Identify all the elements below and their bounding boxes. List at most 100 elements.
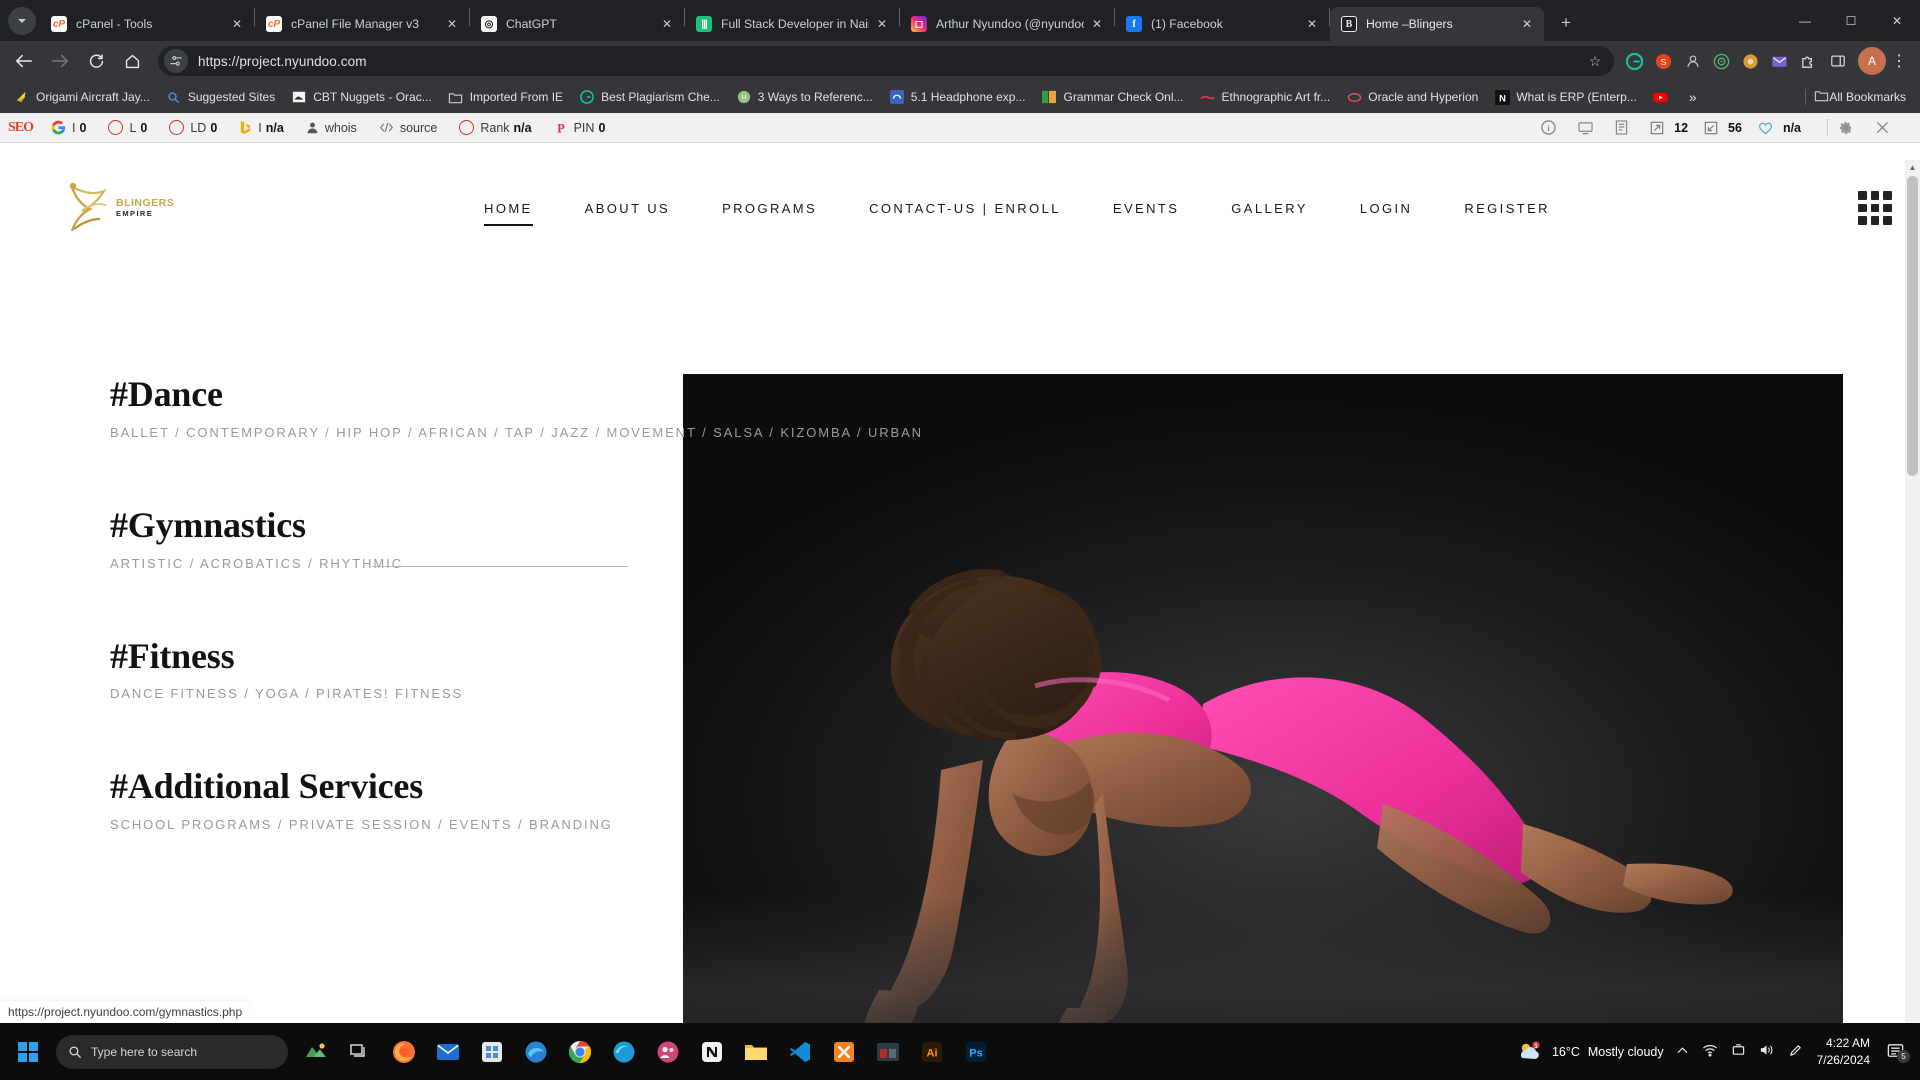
bookmark-origami[interactable]: Origami Aircraft Jay... [6, 85, 158, 109]
bookmarks-overflow-button[interactable]: » [1689, 89, 1697, 105]
bookmark-imported-from-ie[interactable]: Imported From IE [440, 85, 571, 109]
target-extension-icon[interactable] [1708, 48, 1735, 75]
seo-monitor[interactable] [1578, 121, 1599, 135]
edge-alt-icon[interactable] [514, 1030, 558, 1074]
service-additional[interactable]: #Additional Services SCHOOL PROGRAMS / P… [110, 768, 750, 833]
tab-facebook[interactable]: f (1) Facebook ✕ [1115, 7, 1329, 41]
maximize-button[interactable]: ☐ [1828, 0, 1874, 41]
notion-icon[interactable] [690, 1030, 734, 1074]
nav-item-about-us[interactable]: ABOUT US [559, 191, 696, 226]
home-button[interactable] [116, 45, 148, 77]
seo-internal-links[interactable]: 56 [1704, 121, 1742, 135]
tab-home-blingers[interactable]: B Home –Blingers ✕ [1330, 7, 1544, 41]
tab-full-stack-developer[interactable]: ||| Full Stack Developer in Nairobi ✕ [685, 7, 899, 41]
bookmark-what-is-erp[interactable]: N What is ERP (Enterp... [1486, 85, 1645, 109]
seo-external-links[interactable]: 12 [1650, 121, 1688, 135]
task-view-icon[interactable] [338, 1030, 382, 1074]
taskbar-clock[interactable]: 4:22 AM 7/26/2024 [1817, 1035, 1870, 1067]
illustrator-icon[interactable]: Ai [910, 1030, 954, 1074]
vscode-icon[interactable] [778, 1030, 822, 1074]
bookmark-grammar-check[interactable]: Grammar Check Onl... [1033, 85, 1191, 109]
seo-source[interactable]: source [379, 121, 437, 135]
forward-button[interactable] [44, 45, 76, 77]
store-icon[interactable] [470, 1030, 514, 1074]
seo-page-report[interactable] [1615, 120, 1634, 135]
tab-instagram-arthur[interactable]: ◻ Arthur Nyundoo (@nyundoo_a ✕ [900, 7, 1114, 41]
nav-item-login[interactable]: LOGIN [1334, 191, 1438, 226]
seo-links[interactable]: L 0 [108, 120, 147, 135]
chevron-up-icon[interactable] [1676, 1044, 1689, 1060]
tab-chatgpt[interactable]: ◎ ChatGPT ✕ [470, 7, 684, 41]
bookmark-3-ways-reference[interactable]: H 3 Ways to Referenc... [728, 85, 881, 109]
grid-menu-icon[interactable] [1858, 191, 1892, 225]
bookmark-youtube[interactable] [1645, 85, 1683, 109]
windows-start-icon[interactable] [6, 1030, 50, 1074]
seo-extension-icon[interactable]: S [1650, 48, 1677, 75]
photoshop-icon[interactable]: Ps [954, 1030, 998, 1074]
nav-item-contact-enroll[interactable]: CONTACT-US | ENROLL [843, 191, 1087, 226]
xampp-icon[interactable] [822, 1030, 866, 1074]
firefox-icon[interactable] [382, 1030, 426, 1074]
explorer-icon[interactable] [734, 1030, 778, 1074]
scroll-up-arrow[interactable]: ▲ [1905, 160, 1920, 175]
grammarly-extension-icon[interactable] [1621, 48, 1648, 75]
bookmark-ethnographic-art[interactable]: Ethnographic Art fr... [1192, 85, 1339, 109]
seo-close-button[interactable] [1875, 120, 1896, 135]
seo-linking-domains[interactable]: LD 0 [169, 120, 217, 135]
seo-settings-button[interactable] [1838, 120, 1859, 135]
chrome-menu-icon[interactable]: ⋮ [1886, 51, 1912, 71]
seo-pinterest[interactable]: P PIN 0 [554, 121, 606, 135]
new-tab-button[interactable]: + [1552, 9, 1580, 37]
seo-info[interactable]: i [1541, 120, 1562, 135]
minimize-button[interactable]: — [1782, 0, 1828, 41]
service-fitness[interactable]: #Fitness DANCE FITNESS / YOGA / PIRATES!… [110, 637, 750, 702]
puzzle-extensions-icon[interactable] [1795, 48, 1822, 75]
page-scrollbar[interactable]: ▲ [1905, 160, 1920, 1023]
nav-item-register[interactable]: REGISTER [1438, 191, 1576, 226]
address-bar[interactable]: https://project.nyundoo.com ☆ [158, 46, 1614, 76]
nav-item-programs[interactable]: PROGRAMS [696, 191, 843, 226]
weather-widget-icon[interactable] [294, 1030, 338, 1074]
seo-health[interactable]: n/a [1758, 121, 1801, 135]
mail-icon[interactable] [426, 1030, 470, 1074]
mail-extension-icon[interactable] [1766, 48, 1793, 75]
weather-status[interactable]: 1 16°C Mostly cloudy [1516, 1040, 1664, 1064]
all-bookmarks-button[interactable]: All Bookmarks [1797, 88, 1914, 106]
seo-google-index[interactable]: I 0 [51, 120, 86, 135]
reload-button[interactable] [80, 45, 112, 77]
tab-close-icon[interactable]: ✕ [1518, 15, 1536, 33]
bookmark-star-icon[interactable]: ☆ [1582, 53, 1608, 70]
seo-rank[interactable]: Rank n/a [459, 120, 532, 135]
bookmark-cbt-nuggets[interactable]: CBT Nuggets - Orac... [283, 85, 439, 109]
taskbar-search-input[interactable]: Type here to search [56, 1034, 288, 1069]
scrollbar-thumb[interactable] [1907, 176, 1918, 476]
sidebar-toggle-icon[interactable] [1824, 48, 1851, 75]
nav-item-events[interactable]: EVENTS [1087, 191, 1205, 226]
chrome-icon[interactable] [558, 1030, 602, 1074]
tab-close-icon[interactable]: ✕ [658, 15, 676, 33]
user-profile-extension-icon[interactable] [1679, 48, 1706, 75]
filezilla-icon[interactable] [866, 1030, 910, 1074]
seo-bing-index[interactable]: I n/a [239, 120, 284, 135]
tab-close-icon[interactable]: ✕ [873, 15, 891, 33]
tab-close-icon[interactable]: ✕ [1088, 15, 1106, 33]
site-settings-icon[interactable] [164, 49, 188, 73]
tab-close-icon[interactable]: ✕ [1303, 15, 1321, 33]
nav-item-gallery[interactable]: GALLERY [1205, 191, 1334, 226]
tab-cpanel-file-manager[interactable]: cP cPanel File Manager v3 ✕ [255, 7, 469, 41]
tab-close-icon[interactable]: ✕ [443, 15, 461, 33]
service-gymnastics[interactable]: #Gymnastics ARTISTIC / ACROBATICS / RHYT… [110, 506, 750, 571]
volume-icon[interactable] [1759, 1043, 1775, 1060]
bookmark-headphone[interactable]: 5.1 Headphone exp... [881, 85, 1034, 109]
back-button[interactable] [8, 45, 40, 77]
notification-center-button[interactable]: 5 [1882, 1042, 1910, 1063]
edge-icon[interactable] [602, 1030, 646, 1074]
color-picker-extension-icon[interactable] [1737, 48, 1764, 75]
tab-close-icon[interactable]: ✕ [228, 15, 246, 33]
seo-whois[interactable]: whois [306, 121, 357, 135]
site-logo[interactable]: BLINGERS EMPIRE [60, 177, 210, 239]
bookmark-best-plagiarism[interactable]: Best Plagiarism Che... [571, 85, 728, 109]
profile-avatar[interactable]: A [1858, 47, 1886, 75]
wifi-icon[interactable] [1702, 1043, 1718, 1060]
tab-cpanel-tools[interactable]: cP cPanel - Tools ✕ [40, 7, 254, 41]
